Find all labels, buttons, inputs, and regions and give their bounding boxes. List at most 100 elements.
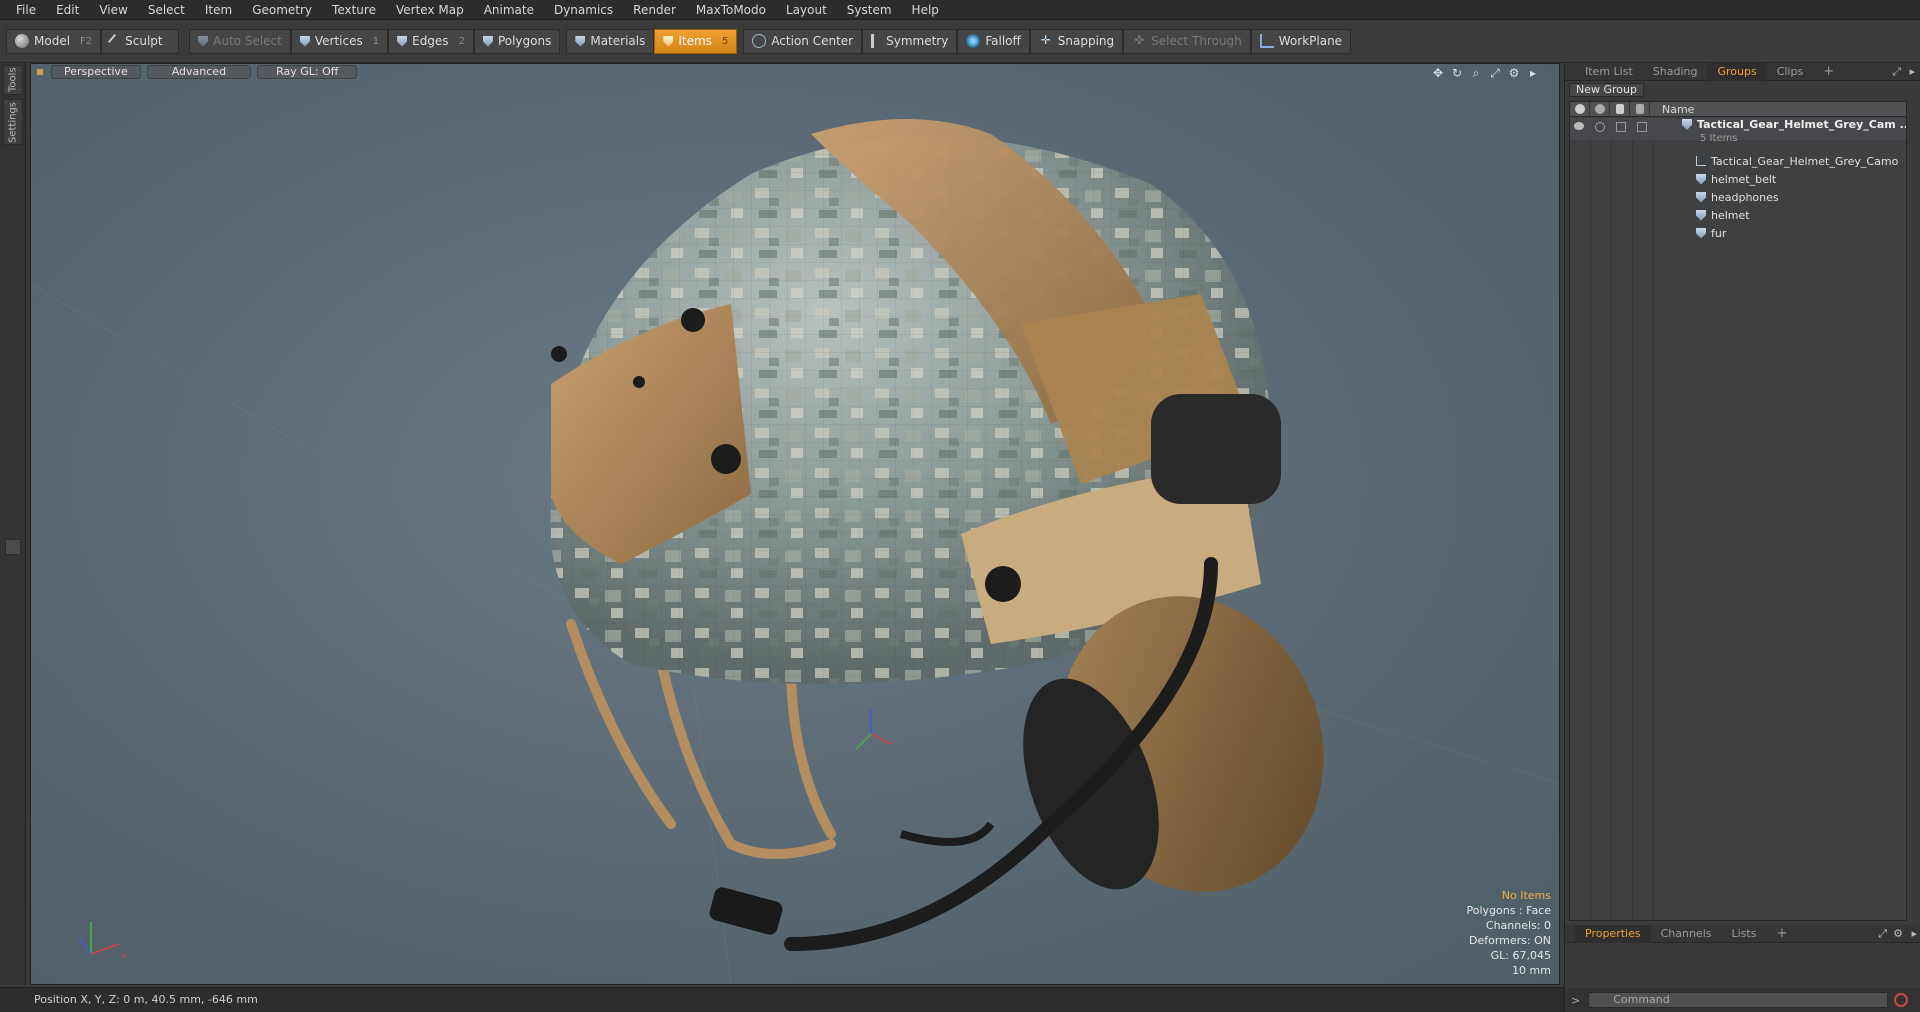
menu-item[interactable]: Item [195, 0, 242, 20]
panel-menu-icon[interactable]: ▸ [1909, 65, 1915, 78]
menu-edit[interactable]: Edit [46, 0, 89, 20]
menu-maxtomodo[interactable]: MaxToModo [686, 0, 776, 20]
menu-file[interactable]: File [6, 0, 46, 20]
group-item-row[interactable]: fur [1570, 224, 1906, 242]
ray-gl-toggle[interactable]: Ray GL: Off [257, 65, 358, 79]
edges-shortcut: 2 [458, 35, 465, 47]
panel-maximize-icon[interactable]: ⤢ [1892, 65, 1901, 79]
group-item-row[interactable]: helmet_belt [1570, 170, 1906, 188]
eye-icon[interactable] [1574, 122, 1584, 130]
bottom-panel-maximize-icon[interactable]: ⤢ [1878, 927, 1887, 941]
group-item-row[interactable]: headphones [1570, 188, 1906, 206]
command-prompt-icon: > [1571, 993, 1581, 1007]
tab-clips[interactable]: Clips [1767, 63, 1814, 81]
sculpt-label: Sculpt [125, 34, 163, 48]
add-tab-button[interactable]: + [1813, 63, 1844, 81]
item-name: fur [1711, 226, 1727, 240]
menu-bar: File Edit View Select Item Geometry Text… [0, 0, 1920, 20]
left-tab-strip: Tools Settings [0, 63, 26, 985]
deformers-info: Deformers: ON [1469, 934, 1551, 947]
group-item-row[interactable]: Tactical_Gear_Helmet_Grey_Camo [1570, 152, 1906, 170]
tab-item-list[interactable]: Item List [1575, 63, 1643, 81]
mesh-icon [1696, 191, 1706, 203]
viewport-menu-icon[interactable] [37, 69, 43, 75]
polygons-label: Polygons [497, 34, 552, 48]
render-column-icon[interactable] [1590, 102, 1610, 117]
sculpt-button[interactable]: Sculpt [101, 28, 180, 54]
visibility-column-icon[interactable] [1570, 102, 1590, 117]
select-through-label: Select Through [1151, 34, 1242, 48]
group-item-row[interactable]: helmet [1570, 206, 1906, 224]
materials-button[interactable]: Materials [566, 28, 655, 54]
gear-icon[interactable]: ⚙ [1506, 66, 1522, 80]
menu-texture[interactable]: Texture [322, 0, 386, 20]
vertices-button[interactable]: Vertices 1 [290, 28, 389, 54]
add-bottom-tab-button[interactable]: + [1766, 925, 1797, 943]
workplane-button[interactable]: WorkPlane [1250, 28, 1352, 54]
group-row[interactable]: Tactical_Gear_Helmet_Grey_Cam ... 5 Item… [1570, 118, 1906, 144]
select-column-icon[interactable] [1630, 102, 1650, 117]
new-group-button[interactable]: New Group [1569, 83, 1644, 97]
action-center-button[interactable]: Action Center [743, 28, 863, 54]
collapse-handle[interactable] [5, 539, 21, 555]
tab-properties[interactable]: Properties [1575, 924, 1651, 943]
tab-channels[interactable]: Channels [1651, 925, 1722, 943]
symmetry-button[interactable]: Symmetry [862, 28, 958, 54]
item-name: Tactical_Gear_Helmet_Grey_Camo [1711, 154, 1899, 168]
menu-geometry[interactable]: Geometry [242, 0, 322, 20]
model-shortcut: F2 [80, 35, 93, 47]
tab-settings[interactable]: Settings [3, 99, 23, 145]
command-area: > Command [1565, 988, 1920, 1012]
pan-icon[interactable]: ✥ [1430, 66, 1446, 80]
model-button[interactable]: Model F2 [6, 28, 102, 54]
shading-dropdown[interactable]: Advanced [146, 65, 252, 79]
tab-tools[interactable]: Tools [3, 65, 23, 95]
select-checkbox[interactable] [1637, 122, 1647, 132]
svg-text:x: x [121, 951, 127, 961]
menu-render[interactable]: Render [623, 0, 686, 20]
tab-lists[interactable]: Lists [1722, 925, 1767, 943]
menu-view[interactable]: View [89, 0, 137, 20]
bottom-panel-gear-icon[interactable]: ⚙ [1893, 927, 1903, 940]
edges-icon [397, 35, 408, 47]
zoom-icon[interactable]: ⌕ [1468, 66, 1484, 80]
command-history-icon[interactable] [1894, 993, 1909, 1007]
menu-help[interactable]: Help [902, 0, 949, 20]
mesh-icon [1696, 173, 1706, 185]
command-input[interactable]: Command [1588, 992, 1889, 1008]
items-button[interactable]: Items 5 [654, 28, 738, 54]
snapping-button[interactable]: ✛ Snapping [1029, 28, 1124, 54]
menu-select[interactable]: Select [138, 0, 195, 20]
3d-viewport[interactable]: x Perspective Advanced Ray GL: Off ✥ ↻ ⌕… [30, 63, 1560, 985]
polygons-button[interactable]: Polygons [473, 28, 561, 54]
tab-shading[interactable]: Shading [1643, 63, 1708, 81]
view-mode-dropdown[interactable]: Perspective [51, 65, 141, 79]
menu-system[interactable]: System [837, 0, 902, 20]
viewport-nav-icons: ✥ ↻ ⌕ ⤢ ⚙ ▸ [1427, 66, 1541, 80]
menu-dynamics[interactable]: Dynamics [544, 0, 623, 20]
auto-select-button[interactable]: Auto Select [189, 28, 291, 54]
falloff-button[interactable]: Falloff [957, 28, 1030, 54]
menu-vertex-map[interactable]: Vertex Map [386, 0, 474, 20]
edges-button[interactable]: Edges 2 [388, 28, 474, 54]
tab-groups[interactable]: Groups [1707, 62, 1767, 81]
falloff-icon [966, 34, 981, 48]
rotate-icon[interactable]: ↻ [1449, 66, 1465, 80]
maximize-icon[interactable]: ⤢ [1487, 66, 1503, 80]
lock-column-icon[interactable] [1610, 102, 1630, 117]
menu-animate[interactable]: Animate [474, 0, 544, 20]
item-name: helmet_belt [1711, 172, 1777, 186]
snapping-label: Snapping [1057, 34, 1115, 48]
chevron-right-icon[interactable]: ▸ [1525, 66, 1541, 80]
menu-layout[interactable]: Layout [776, 0, 837, 20]
select-through-button[interactable]: ✜ Select Through [1123, 28, 1251, 54]
symmetry-icon [871, 34, 875, 48]
gl-info: GL: 67,045 [1490, 949, 1551, 962]
center-gizmo [855, 709, 892, 750]
name-column-header[interactable]: Name [1650, 103, 1694, 116]
channels-info: Channels: 0 [1485, 919, 1551, 932]
bottom-panel-menu-icon[interactable]: ▸ [1911, 927, 1917, 940]
render-icon[interactable] [1595, 122, 1605, 132]
lock-checkbox[interactable] [1616, 122, 1626, 132]
brush-icon [108, 33, 123, 49]
